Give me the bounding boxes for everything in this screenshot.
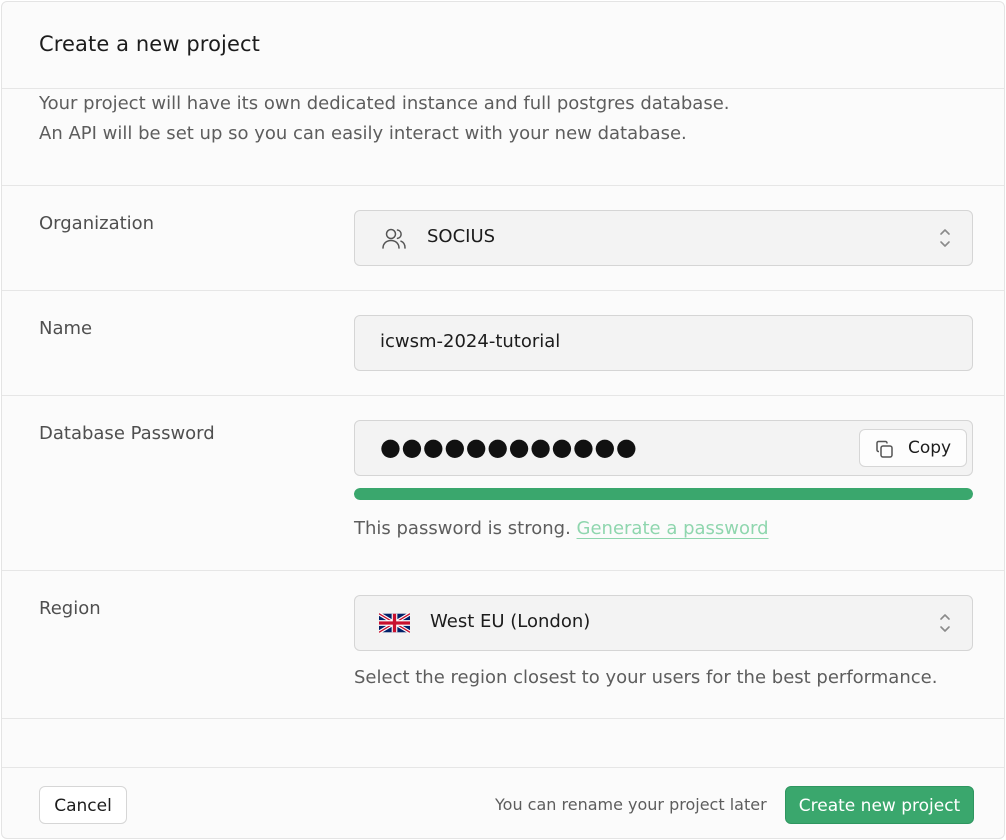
chevron-up-down-icon [940,229,950,247]
organization-select[interactable]: SOCIUS [354,210,973,266]
name-input-value: icwsm-2024-tutorial [380,331,561,352]
password-strength-text: This password is strong. [354,518,571,539]
organization-label: Organization [39,213,155,234]
password-strength-fill [354,488,973,500]
dialog-intro: Your project will have its own dedicated… [2,89,1004,186]
copy-icon [876,440,893,458]
intro-text-line1: Your project will have its own dedicated… [39,93,730,114]
region-label: Region [39,598,101,619]
password-strength-bar [354,488,973,500]
create-project-dialog: Create a new project Your project will h… [1,1,1005,839]
region-help-text: Select the region closest to your users … [354,667,938,688]
password-strength-message: This password is strong. Generate a pass… [354,518,769,539]
dialog-header: Create a new project [2,2,1004,89]
chevron-up-down-icon [940,614,950,632]
name-row: Name icwsm-2024-tutorial [2,291,1004,396]
region-value: West EU (London) [430,611,591,632]
users-icon [382,228,406,249]
password-label: Database Password [39,423,215,444]
password-input[interactable]: ●●●●●●●●●●●● Copy [354,420,973,476]
uk-flag-icon [379,612,410,634]
rename-note: You can rename your project later [495,795,767,814]
dialog-footer: Cancel You can rename your project later… [2,767,1004,838]
password-row: Database Password ●●●●●●●●●●●● Copy This… [2,396,1004,571]
name-input[interactable]: icwsm-2024-tutorial [354,315,973,371]
name-label: Name [39,318,93,339]
organization-value: SOCIUS [427,226,496,247]
organization-row: Organization SOCIUS [2,186,1004,291]
dialog-title: Create a new project [39,32,260,56]
region-row: Region West EU (London) Select the regio… [2,571,1004,719]
create-project-button[interactable]: Create new project [785,786,974,824]
password-masked-value: ●●●●●●●●●●●● [380,433,638,461]
copy-button-label: Copy [908,438,952,458]
region-select[interactable]: West EU (London) [354,595,973,651]
copy-button[interactable]: Copy [859,429,967,467]
intro-text-line2: An API will be set up so you can easily … [39,123,687,144]
cancel-button[interactable]: Cancel [39,786,127,824]
generate-password-link[interactable]: Generate a password [577,518,769,539]
